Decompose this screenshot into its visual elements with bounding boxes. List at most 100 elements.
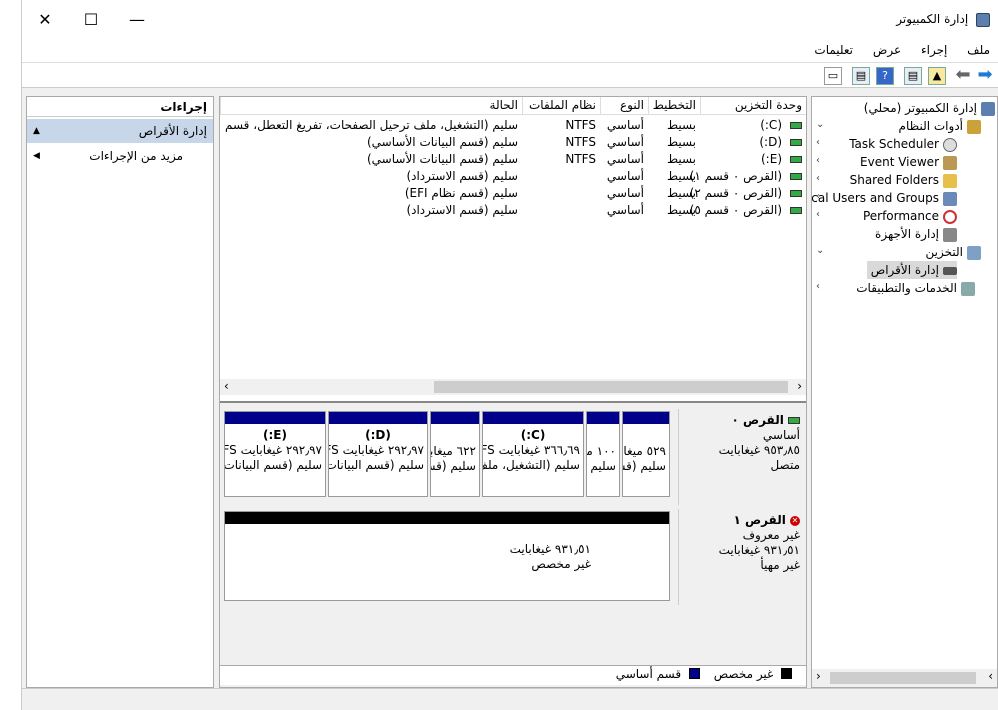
legend: غير مخصص قسم أساسي: [220, 665, 806, 685]
disk1-label[interactable]: ✕ القرص ١ غير معروف ٩٣١٫٥١ غيغابايت غير …: [678, 509, 806, 605]
chevron-right-icon[interactable]: ›: [816, 209, 820, 220]
tree-item-label: التخزين: [925, 245, 963, 259]
tree-item-performance[interactable]: Performance: [863, 207, 957, 225]
disk1-name: القرص ١: [733, 513, 786, 527]
tree-item-storage[interactable]: التخزين: [926, 243, 981, 261]
disk0-label[interactable]: القرص ٠ أساسي ٩٥٣٫٨٥ غيغابايت متصل: [678, 409, 806, 505]
partition-recovery-2[interactable]: ٦٢٢ ميغابايت سليم (قسم الاسترداد): [430, 411, 480, 497]
tree-hscrollbar[interactable]: ‹ ›: [812, 669, 997, 687]
tree-item-local-users[interactable]: Local Users and Groups: [812, 189, 957, 207]
menu-action[interactable]: إجراء: [913, 40, 955, 60]
show-action-pane-icon[interactable]: ▤: [852, 67, 870, 85]
partition-c[interactable]: (C:) ٣٦٦٫٦٩ غيغابايت NTFS سليم (التشغيل،…: [482, 411, 584, 497]
cell-status: سليم (قسم البيانات الأساسي): [367, 152, 518, 166]
cell-type: أساسي: [606, 186, 644, 200]
chevron-right-icon[interactable]: ›: [816, 173, 820, 184]
disk-mgmt-icon: [943, 266, 957, 275]
partition-e[interactable]: (E:) ٢٩٢٫٩٧ غيغابايت NTFS سليم (قسم البي…: [224, 411, 326, 497]
table-row[interactable]: (D:) بسيط أساسي NTFS سليم (قسم البيانات …: [220, 134, 806, 151]
forward-arrow-icon[interactable]: ➡: [974, 65, 996, 85]
menu-view[interactable]: عرض: [865, 40, 909, 60]
help-icon[interactable]: ?: [876, 67, 894, 85]
volume-icon: [790, 185, 802, 202]
maximize-button[interactable]: ☐: [76, 8, 106, 32]
more-actions-item[interactable]: مزيد من الإجراءات ◀: [27, 143, 213, 169]
scroll-right-icon[interactable]: ›: [988, 669, 993, 683]
legend-unallocated: غير مخصص: [713, 666, 774, 681]
disk1-type: غير معروف: [742, 528, 800, 542]
minimize-button[interactable]: —: [122, 8, 152, 32]
users-icon: [943, 191, 957, 206]
tree-item-label: الخدمات والتطبيقات: [856, 281, 957, 295]
up-folder-icon[interactable]: ▲: [928, 67, 946, 85]
back-arrow-icon[interactable]: ⬅: [952, 65, 974, 85]
tree-item-label: إدارة الأجهزة: [875, 227, 939, 241]
collapse-up-icon[interactable]: ▲: [33, 119, 40, 143]
partition-efi[interactable]: ١٠٠ ميغابايت سليم (قسم نظام EFI): [586, 411, 620, 497]
chevron-right-icon[interactable]: ›: [816, 281, 820, 292]
actions-section-disk-management[interactable]: إدارة الأقراص ▲: [27, 119, 213, 143]
menu-file[interactable]: ملف: [959, 40, 998, 60]
disk1-size: ٩٣١٫٥١ غيغابايت: [718, 543, 800, 557]
legend-swatch-unallocated: [781, 668, 793, 679]
tree-item-computer-mgmt[interactable]: إدارة الكمبيوتر (محلي): [864, 99, 995, 117]
chevron-down-icon[interactable]: ⌄: [816, 245, 824, 256]
scroll-left-icon[interactable]: ‹: [224, 379, 229, 393]
show-hide-tree-icon[interactable]: ▤: [904, 67, 922, 85]
column-header-type[interactable]: النوع: [600, 97, 648, 115]
submenu-arrow-icon: ◀: [33, 151, 40, 161]
actions-header: إجراءات: [27, 97, 213, 117]
cell-volume: (القرص ٠ قسم ١): [689, 169, 782, 183]
column-header-filesystem[interactable]: نظام الملفات: [522, 97, 600, 115]
partition-recovery-1[interactable]: ٥٢٩ ميغابايت سليم (قسم الاسترداد): [622, 411, 670, 497]
cell-layout: بسيط: [666, 135, 696, 149]
tree-item-system-tools[interactable]: أدوات النظام: [899, 117, 981, 135]
cell-type: أساسي: [606, 203, 644, 217]
tree-item-device-manager[interactable]: إدارة الأجهزة: [875, 225, 957, 243]
computer-mgmt-icon: [976, 12, 990, 27]
tree-item-shared-folders[interactable]: Shared Folders: [850, 171, 957, 189]
unallocated-status: غير مخصص: [531, 557, 591, 571]
chevron-right-icon[interactable]: ›: [816, 191, 820, 202]
tree-item-task-scheduler[interactable]: Task Scheduler: [849, 135, 957, 153]
scrollbar-thumb[interactable]: [434, 381, 788, 393]
partition-d[interactable]: (D:) ٢٩٢٫٩٧ غيغابايت NTFS سليم (قسم البي…: [328, 411, 428, 497]
disk-management-pane: وحدة التخزين التخطيط النوع نظام الملفات …: [219, 96, 807, 688]
column-header-status[interactable]: الحالة: [220, 97, 522, 115]
table-row[interactable]: (القرص ٠ قسم ١) بسيط أساسي سليم (قسم الا…: [220, 168, 806, 185]
close-button[interactable]: ✕: [30, 8, 60, 32]
scroll-right-icon[interactable]: ›: [797, 379, 802, 393]
properties-icon[interactable]: ▭: [824, 67, 842, 85]
tree-item-disk-management[interactable]: إدارة الأقراص: [866, 261, 957, 279]
chevron-right-icon[interactable]: ›: [816, 155, 820, 166]
chevron-right-icon[interactable]: ›: [816, 137, 820, 148]
volume-icon: [790, 168, 802, 185]
unallocated-space[interactable]: ٩٣١٫٥١ غيغابايت غير مخصص: [224, 511, 670, 601]
cell-volume: (E:): [760, 152, 782, 166]
column-header-volume[interactable]: وحدة التخزين: [700, 97, 806, 115]
window-title: إدارة الكمبيوتر: [896, 12, 990, 27]
cell-layout: بسيط: [666, 118, 696, 132]
cell-type: أساسي: [606, 152, 644, 166]
partition-size: ٣٦٦٫٦٩ غيغابايت NTFS: [483, 443, 580, 457]
computer-mgmt-icon: [981, 101, 995, 116]
table-row[interactable]: (القرص ٠ قسم ٢) بسيط أساسي سليم (قسم نظا…: [220, 185, 806, 202]
table-row[interactable]: (C:) بسيط أساسي NTFS سليم (التشغيل، ملف …: [220, 117, 806, 134]
disk-graph-pane: القرص ٠ أساسي ٩٥٣٫٨٥ غيغابايت متصل ٥٢٩ م…: [220, 401, 806, 687]
volume-list-hscrollbar[interactable]: ‹ ›: [220, 379, 806, 395]
chevron-down-icon[interactable]: ⌄: [816, 119, 824, 130]
partition-bar: [329, 412, 427, 424]
legend-primary: قسم أساسي: [615, 666, 682, 681]
cell-type: أساسي: [606, 118, 644, 132]
table-row[interactable]: (E:) بسيط أساسي NTFS سليم (قسم البيانات …: [220, 151, 806, 168]
tree-item-event-viewer[interactable]: Event Viewer: [860, 153, 957, 171]
tree-item-services-apps[interactable]: الخدمات والتطبيقات: [856, 279, 975, 297]
error-icon: ✕: [790, 515, 800, 526]
column-header-layout[interactable]: التخطيط: [648, 97, 700, 115]
table-row[interactable]: (القرص ٠ قسم ٥) بسيط أساسي سليم (قسم الا…: [220, 202, 806, 219]
disk0-size: ٩٥٣٫٨٥ غيغابايت: [718, 443, 800, 457]
scroll-left-icon[interactable]: ‹: [816, 669, 821, 683]
menu-help[interactable]: تعليمات: [806, 40, 861, 60]
event-viewer-icon: [943, 155, 957, 170]
scrollbar-thumb[interactable]: [830, 672, 976, 684]
